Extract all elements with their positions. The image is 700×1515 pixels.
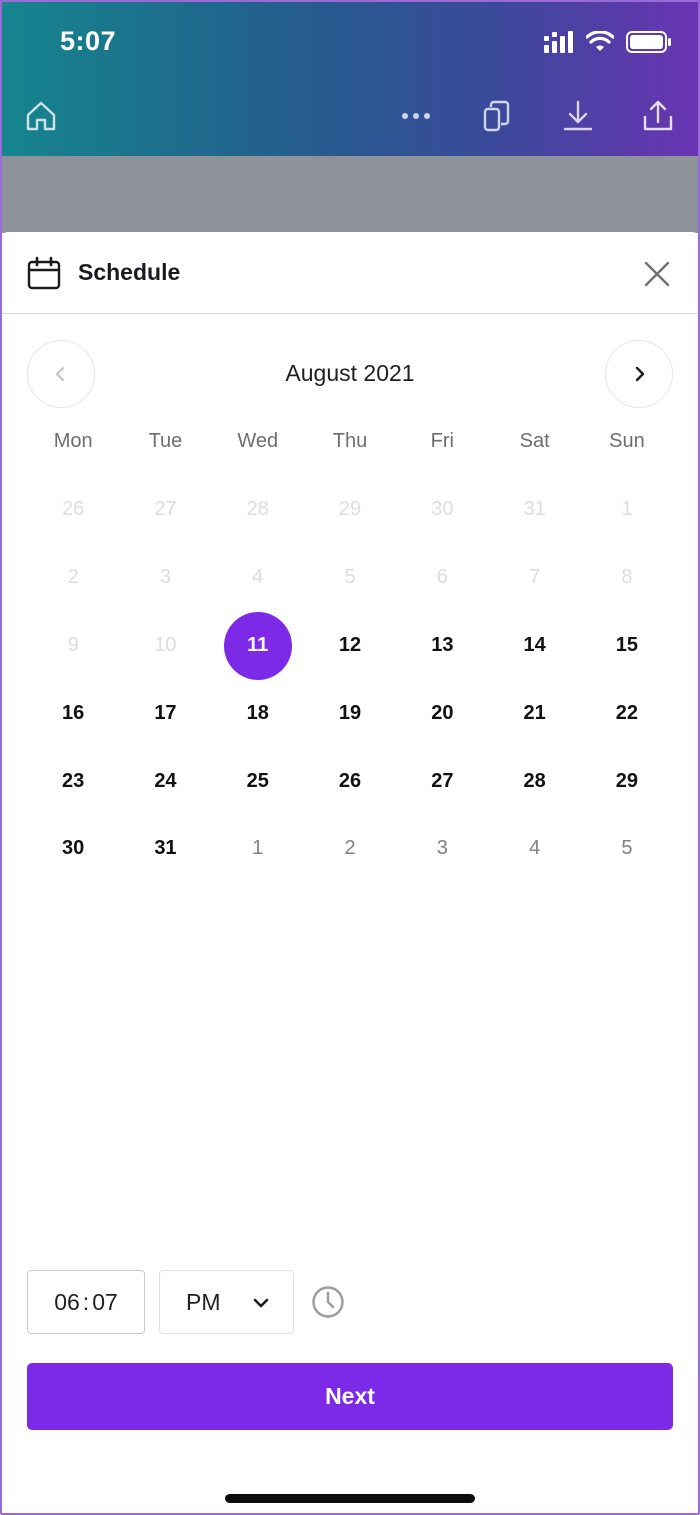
- day-cell[interactable]: 14: [488, 612, 580, 680]
- day-cell: 30: [431, 498, 454, 521]
- day-cell[interactable]: 17: [119, 679, 211, 747]
- home-icon[interactable]: [21, 96, 61, 136]
- close-icon[interactable]: [642, 259, 672, 289]
- day-cell[interactable]: 4: [488, 815, 580, 883]
- day-cell: 26: [62, 498, 85, 521]
- day-cell[interactable]: 2: [304, 815, 396, 883]
- day-cell[interactable]: 27: [396, 747, 488, 815]
- sheet-title: Schedule: [78, 259, 181, 285]
- day-cell: 4: [252, 566, 264, 589]
- day-cell[interactable]: 28: [488, 747, 580, 815]
- day-cell[interactable]: 23: [27, 747, 119, 815]
- period-value: PM: [186, 1288, 221, 1315]
- more-icon[interactable]: [396, 96, 436, 136]
- day-cell[interactable]: 20: [396, 679, 488, 747]
- weekday-label: Tue: [148, 430, 183, 452]
- day-cell: 6: [436, 566, 448, 589]
- day-cell[interactable]: 29: [581, 747, 673, 815]
- day-cell: 28: [246, 498, 269, 521]
- canvas-backdrop: [0, 156, 700, 233]
- month-title: August 2021: [285, 360, 415, 386]
- status-time: 5:07: [60, 26, 117, 56]
- day-cell[interactable]: 12: [304, 612, 396, 680]
- weekday-label: Fri: [430, 430, 454, 452]
- hour-value: 06: [54, 1288, 80, 1315]
- day-cell[interactable]: 19: [304, 679, 396, 747]
- time-separator: :: [82, 1288, 90, 1315]
- day-cell: 10: [154, 633, 177, 656]
- battery-icon: [626, 31, 671, 53]
- chevron-right-icon: [635, 366, 645, 382]
- weekday-label: Sun: [609, 430, 645, 452]
- day-cell: 29: [338, 498, 362, 521]
- day-cell[interactable]: 5: [581, 815, 673, 883]
- weekday-label: Mon: [53, 430, 93, 452]
- day-cell[interactable]: 31: [119, 815, 211, 883]
- duplicate-icon[interactable]: [477, 96, 517, 136]
- day-cell[interactable]: 3: [396, 815, 488, 883]
- day-cell[interactable]: 18: [212, 679, 304, 747]
- app-header: 5:07: [0, 0, 700, 156]
- next-month-button[interactable]: [605, 340, 673, 408]
- signal-icon: [544, 31, 573, 53]
- minute-value: 07: [92, 1288, 118, 1315]
- chevron-down-icon: [253, 1298, 269, 1308]
- day-cell[interactable]: 15: [581, 612, 673, 680]
- sheet-header: Schedule: [0, 232, 700, 314]
- day-cell: 8: [621, 566, 633, 589]
- share-icon[interactable]: [638, 96, 678, 136]
- wifi-icon: [586, 31, 614, 51]
- selected-day-label: 11: [223, 611, 292, 680]
- day-cell[interactable]: 1: [212, 815, 304, 883]
- weekday-label: Thu: [332, 430, 368, 452]
- day-cell: 1: [621, 498, 633, 521]
- day-cell[interactable]: 24: [119, 747, 211, 815]
- day-cell[interactable]: 13: [396, 612, 488, 680]
- home-indicator: [225, 1494, 475, 1503]
- next-button[interactable]: Next: [27, 1363, 673, 1430]
- calendar-icon: [27, 256, 61, 290]
- day-cell: 7: [529, 566, 541, 589]
- weekday-label: Wed: [237, 430, 279, 452]
- status-icons: [544, 30, 672, 54]
- day-cell: 9: [67, 633, 79, 656]
- day-cell[interactable]: 22: [581, 679, 673, 747]
- day-cell: 27: [154, 498, 177, 521]
- weekday-label: Sat: [519, 430, 550, 452]
- clock-icon[interactable]: [311, 1285, 345, 1319]
- day-cell: 2: [67, 566, 79, 589]
- day-cell-selected[interactable]: 11: [212, 611, 304, 680]
- day-cell: 31: [523, 498, 546, 521]
- time-input[interactable]: 06 : 07: [27, 1270, 145, 1334]
- day-cell[interactable]: 26: [304, 747, 396, 815]
- day-cell: 3: [159, 566, 171, 589]
- day-cell[interactable]: 30: [27, 815, 119, 883]
- day-cell: 5: [344, 566, 356, 589]
- day-cell[interactable]: 21: [488, 679, 580, 747]
- schedule-sheet: Schedule August 2021 Mon Tue Wed Thu Fri…: [0, 232, 700, 1515]
- day-cell[interactable]: 25: [212, 747, 304, 815]
- calendar-days-grid: 26 27 28 29 30 31 1 2 3 4 5 6 7 8 9 10 11 12 13 14 15 16 17 18 1…: [27, 476, 673, 883]
- day-cell[interactable]: 16: [27, 679, 119, 747]
- period-select[interactable]: PM: [159, 1270, 294, 1334]
- weekday-header: Mon Tue Wed Thu Fri Sat Sun: [27, 430, 673, 453]
- download-icon[interactable]: [558, 96, 598, 136]
